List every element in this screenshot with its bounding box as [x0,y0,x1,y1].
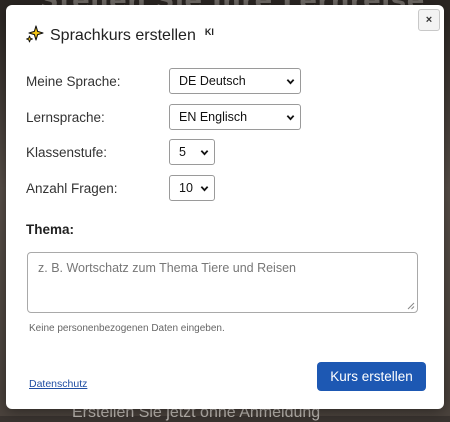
ki-badge: KI [204,27,214,37]
question-count-label: Anzahl Fragen: [26,180,118,196]
privacy-hint: Keine personenbezogenen Daten eingeben. [29,323,225,334]
grade-value: 5 [179,145,186,159]
dialog-title: Sprachkurs erstellen KI [26,24,214,48]
resize-grip-icon[interactable] [407,302,415,310]
close-button[interactable]: × [418,9,440,31]
native-language-select[interactable]: DE Deutsch [169,68,301,94]
topic-textarea[interactable]: z. B. Wortschatz zum Thema Tiere und Rei… [27,252,418,313]
close-icon: × [425,14,433,26]
grade-row: Klassenstufe: 5 [26,138,326,166]
grade-label: Klassenstufe: [26,144,108,160]
question-count-row: Anzahl Fragen: 10 [26,174,326,202]
grade-select[interactable]: 5 [169,139,215,165]
create-course-button-label: Kurs erstellen [330,369,413,384]
topic-placeholder: z. B. Wortschatz zum Thema Tiere und Rei… [38,261,296,275]
chevron-down-icon [200,185,209,191]
dialog-title-text: Sprachkurs erstellen [50,27,196,44]
question-count-value: 10 [179,181,193,195]
chevron-down-icon [286,114,295,120]
privacy-link[interactable]: Datenschutz [29,378,87,390]
sparkle-icon [26,24,44,48]
target-language-label: Lernsprache: [26,109,105,125]
topic-label: Thema: [26,222,75,237]
target-language-row: Lernsprache: EN Englisch [26,103,326,131]
create-course-button[interactable]: Kurs erstellen [317,362,426,391]
create-course-dialog: × Sprachkurs erstellen KI Meine Sprache:… [6,5,444,409]
question-count-select[interactable]: 10 [169,175,215,201]
chevron-down-icon [286,78,295,84]
chevron-down-icon [200,149,209,155]
native-language-row: Meine Sprache: DE Deutsch [26,67,326,95]
native-language-value: DE Deutsch [179,74,246,88]
native-language-label: Meine Sprache: [26,73,121,89]
target-language-select[interactable]: EN Englisch [169,104,301,130]
target-language-value: EN Englisch [179,110,248,124]
